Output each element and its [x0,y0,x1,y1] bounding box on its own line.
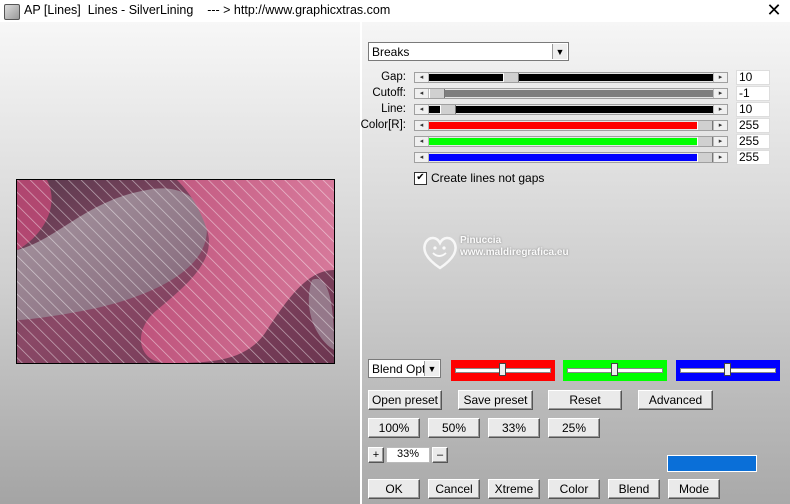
open-preset-button[interactable]: Open preset [368,390,442,410]
mini-slider-thumb[interactable] [611,363,618,376]
zoom-value-field[interactable]: 33% [386,447,430,463]
zoom-100-button[interactable]: 100% [368,418,420,438]
mini-slider-thumb[interactable] [724,363,731,376]
preview-pane [0,22,360,504]
slider-value-field[interactable]: 10 [736,70,770,85]
slider-fill [429,74,713,81]
slider-fill [429,154,697,161]
slider-label: Gap: [381,71,406,83]
watermark-logo: Pinuccia www.maldiregrafica.eu [420,232,590,282]
watermark-site: www.maldiregrafica.eu [460,247,569,258]
app-icon [4,4,20,20]
slider-fill [429,138,697,145]
slider-track[interactable]: ◂ ▸ [414,136,728,147]
color-button[interactable]: Color [548,479,600,499]
title-bar: AP [Lines] Lines - SilverLining --- > ht… [0,0,790,22]
blend-options-value: Blend Optio [372,362,424,376]
slider-value-field[interactable]: 255 [736,118,770,133]
window-title: AP [Lines] Lines - SilverLining --- > ht… [24,3,391,17]
blend-options-select[interactable]: Blend Optio ▼ [368,359,441,378]
slider-track[interactable]: ◂ ▸ [414,72,728,83]
arrow-left-icon[interactable]: ◂ [415,137,429,146]
close-icon[interactable]: ✕ [760,0,788,22]
zoom-33-button[interactable]: 33% [488,418,540,438]
heart-smiley-icon [423,236,457,270]
arrow-right-icon[interactable]: ▸ [713,105,727,114]
zoom-out-button[interactable]: – [432,447,448,463]
mode-select[interactable]: Breaks ▼ [368,42,569,61]
zoom-in-button[interactable]: + [368,447,384,463]
slider-value-field[interactable]: 10 [736,102,770,117]
slider-thumb[interactable] [697,121,713,130]
slider-track[interactable]: ◂ ▸ [414,104,728,115]
slider-label: Cutoff: [372,87,406,99]
advanced-button[interactable]: Advanced [638,390,713,410]
slider-fill [429,122,697,129]
zoom-50-button[interactable]: 50% [428,418,480,438]
cancel-button[interactable]: Cancel [428,479,480,499]
slider-track[interactable]: ◂ ▸ [414,120,728,131]
color-swatch[interactable] [451,360,555,381]
arrow-right-icon[interactable]: ▸ [713,121,727,130]
arrow-right-icon[interactable]: ▸ [713,153,727,162]
zoom-25-button[interactable]: 25% [548,418,600,438]
blend-button[interactable]: Blend [608,479,660,499]
mini-slider-thumb[interactable] [499,363,506,376]
arrow-left-icon[interactable]: ◂ [415,89,429,98]
chevron-down-icon[interactable]: ▼ [424,361,439,376]
slider-thumb[interactable] [429,89,445,98]
save-preset-button[interactable]: Save preset [458,390,533,410]
create-lines-label: Create lines not gaps [431,171,545,185]
color-swatch[interactable] [676,360,780,381]
slider-track[interactable]: ◂ ▸ [414,88,728,99]
preview-image [16,179,335,364]
arrow-right-icon[interactable]: ▸ [713,89,727,98]
checkmark-icon: ✔ [416,172,425,183]
ok-button[interactable]: OK [368,479,420,499]
create-lines-checkbox[interactable]: ✔ [414,172,427,185]
xtreme-button[interactable]: Xtreme [488,479,540,499]
arrow-left-icon[interactable]: ◂ [415,121,429,130]
slider-fill [429,90,713,97]
arrow-left-icon[interactable]: ◂ [415,153,429,162]
slider-label: Color[R]: [360,119,406,131]
mode-select-value: Breaks [372,45,410,59]
arrow-right-icon[interactable]: ▸ [713,137,727,146]
slider-value-field[interactable]: -1 [736,86,770,101]
slider-thumb[interactable] [697,137,713,146]
slider-fill [429,106,713,113]
watermark-name: Pinuccia [460,235,502,246]
slider-thumb[interactable] [440,105,456,114]
slider-label: Line: [381,103,406,115]
chevron-down-icon[interactable]: ▼ [552,44,567,59]
arrow-left-icon[interactable]: ◂ [415,105,429,114]
slider-value-field[interactable]: 255 [736,150,770,165]
arrow-right-icon[interactable]: ▸ [713,73,727,82]
arrow-left-icon[interactable]: ◂ [415,73,429,82]
mode-button[interactable]: Mode [668,479,720,499]
color-swatch[interactable] [563,360,667,381]
slider-value-field[interactable]: 255 [736,134,770,149]
reset-button[interactable]: Reset [548,390,622,410]
slider-thumb[interactable] [503,73,519,82]
slider-track[interactable]: ◂ ▸ [414,152,728,163]
slider-thumb[interactable] [697,153,713,162]
color-preview-bar[interactable] [667,455,757,472]
